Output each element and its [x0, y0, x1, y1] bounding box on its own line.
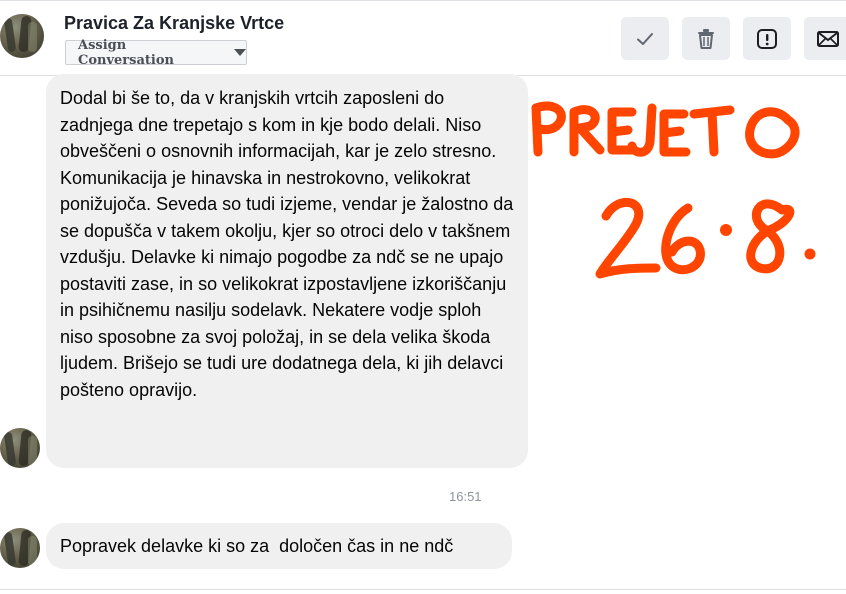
avatar[interactable] [0, 14, 44, 58]
mark-unread-button[interactable] [804, 17, 846, 60]
assign-conversation-dropdown[interactable]: Assign Conversation [65, 37, 247, 68]
message-bubble[interactable]: Popravek delavke ki so za določen čas in… [46, 523, 512, 569]
report-button[interactable] [743, 17, 791, 60]
delete-button[interactable] [682, 17, 730, 60]
handwritten-stamp [531, 101, 816, 279]
message-timestamp: 16:51 [449, 489, 482, 504]
alert-icon [757, 28, 777, 49]
sender-avatar[interactable] [0, 428, 40, 468]
page-title: Pravica Za Kranjske Vrtce [64, 13, 285, 33]
envelope-icon [817, 30, 839, 47]
checkmark-icon [637, 32, 653, 45]
mark-done-button[interactable] [621, 17, 669, 60]
assign-conversation-label: Assign Conversation [78, 37, 174, 68]
message-bubble[interactable]: Dodal bi še to, da v kranjskih vrtcih za… [46, 74, 528, 468]
bottom-border [0, 589, 846, 590]
trash-icon [698, 28, 714, 49]
sender-avatar[interactable] [0, 528, 40, 568]
conversation-header: Pravica Za Kranjske Vrtce Assign Convers… [0, 0, 846, 76]
caret-down-icon [234, 49, 246, 56]
